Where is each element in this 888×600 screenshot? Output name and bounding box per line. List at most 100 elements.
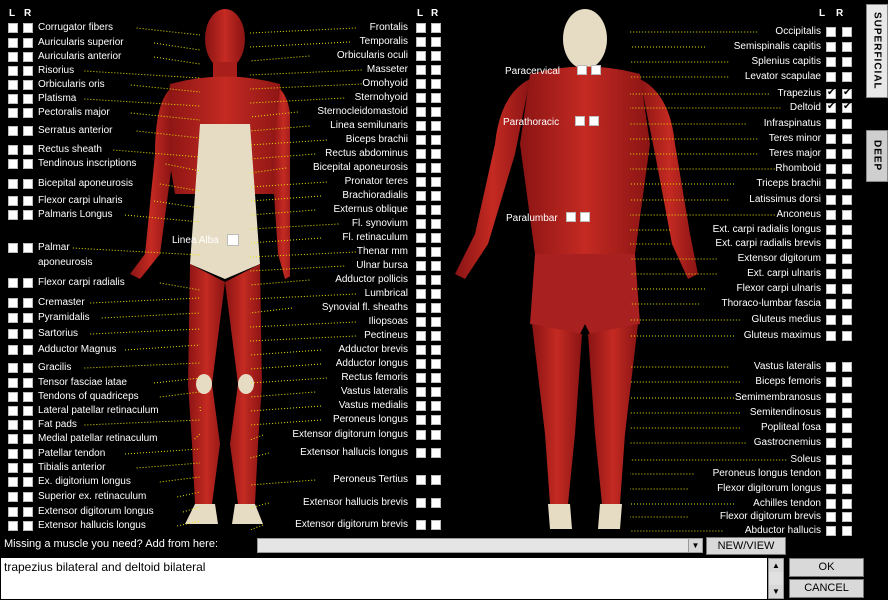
checkbox-L-back-ext-carpi-ulnaris[interactable] [826, 269, 836, 279]
checkbox-R-front-ulnar-bursa[interactable] [431, 261, 441, 271]
checkbox-L-adductor-magnus[interactable] [8, 345, 18, 355]
checkbox-L-back-soleus[interactable] [826, 455, 836, 465]
checkbox-L-tendons-of-quadriceps[interactable] [8, 392, 18, 402]
checkbox-R-sartorius[interactable] [23, 329, 33, 339]
checkbox-R-back-abductor-hallucis[interactable] [842, 526, 852, 536]
checkbox-L-rectus-sheath[interactable] [8, 145, 18, 155]
scroll-up-icon[interactable]: ▲ [769, 559, 783, 572]
checkbox-L-front-extensor-hallucis-brevis[interactable] [416, 498, 426, 508]
checkbox-R-front-externus-oblique[interactable] [431, 205, 441, 215]
checkbox-R-back-teres-minor[interactable] [842, 134, 852, 144]
checkbox-R-back-infraspinatus[interactable] [842, 119, 852, 129]
checkbox-L-serratus-anterior[interactable] [8, 126, 18, 136]
checkbox-R-back-rhomboid[interactable] [842, 164, 852, 174]
checkbox-L-gracilis[interactable] [8, 363, 18, 373]
checkbox-L-front-rectus-abdominus[interactable] [416, 149, 426, 159]
checkbox-L-back-triceps-brachii[interactable] [826, 179, 836, 189]
checkbox-R-back-flexor-digitorum-longus[interactable] [842, 484, 852, 494]
checkbox-L-paracervical[interactable] [576, 65, 587, 75]
checkbox-L-front-temporalis[interactable] [416, 37, 426, 47]
checkbox-L-back-peroneus-longus-tendon[interactable] [826, 469, 836, 479]
checkbox-R-parathoracic[interactable] [588, 116, 599, 126]
checkbox-R-flexor-carpi-radialis[interactable] [23, 278, 33, 288]
checkbox-R-back-flexor-carpi-ulnaris[interactable] [842, 284, 852, 294]
checkbox-R-back-splenius-capitis[interactable] [842, 57, 852, 67]
checkbox-R-pectoralis-major[interactable] [23, 108, 33, 118]
checkbox-L-back-semitendinosus[interactable] [826, 408, 836, 418]
checkbox-R-front-brachioradialis[interactable] [431, 191, 441, 201]
checkbox-L-platisma[interactable] [8, 94, 18, 104]
add-muscle-combobox[interactable]: ▼ [257, 538, 703, 553]
checkbox-L-corrugator-fibers[interactable] [8, 23, 18, 33]
checkbox-R-back-popliteal-fosa[interactable] [842, 423, 852, 433]
checkbox-R-tensor-fasciae-latae[interactable] [23, 378, 33, 388]
checkbox-L-tibialis-anterior[interactable] [8, 463, 18, 473]
checkbox-R-front-linea-semilunaris[interactable] [431, 121, 441, 131]
checkbox-R-back-vastus-lateralis[interactable] [842, 362, 852, 372]
checkbox-R-front-rectus-femoris[interactable] [431, 373, 441, 383]
checkbox-L-back-gastrocnemius[interactable] [826, 438, 836, 448]
checkbox-R-gracilis[interactable] [23, 363, 33, 373]
scroll-down-icon[interactable]: ▼ [769, 585, 783, 598]
checkbox-L-front-biceps-brachii[interactable] [416, 135, 426, 145]
checkbox-R-back-anconeus[interactable] [842, 210, 852, 220]
checkbox-R-auricularis-superior[interactable] [23, 38, 33, 48]
checkbox-L-front-fl-synovium[interactable] [416, 219, 426, 229]
checkbox-L-front-pronator-teres[interactable] [416, 177, 426, 187]
checkbox-R-palmar[interactable] [23, 243, 33, 253]
checkbox-R-back-gluteus-maximus[interactable] [842, 331, 852, 341]
checkbox-L-back-deltoid[interactable] [826, 101, 836, 113]
checkbox-R-lateral-patellar-retinaculum[interactable] [23, 406, 33, 416]
checkbox-L-front-linea-semilunaris[interactable] [416, 121, 426, 131]
checkbox-L-front-externus-oblique[interactable] [416, 205, 426, 215]
checkbox-R-back-triceps-brachii[interactable] [842, 179, 852, 189]
checkbox-L-front-vastus-lateralis[interactable] [416, 387, 426, 397]
checkbox-R-pyramidalis[interactable] [23, 313, 33, 323]
checkbox-L-fat-pads[interactable] [8, 420, 18, 430]
checkbox-R-back-semispinalis-capitis[interactable] [842, 42, 852, 52]
checkbox-L-lateral-patellar-retinaculum[interactable] [8, 406, 18, 416]
checkbox-L-back-occipitalis[interactable] [826, 27, 836, 37]
checkbox-R-ex-digitorium-longus[interactable] [23, 477, 33, 487]
checkbox-R-back-occipitalis[interactable] [842, 27, 852, 37]
checkbox-L-front-rectus-femoris[interactable] [416, 373, 426, 383]
checkbox-R-front-pronator-teres[interactable] [431, 177, 441, 187]
checkbox-L-back-trapezius[interactable] [826, 87, 836, 99]
checkbox-L-back-extensor-digitorum[interactable] [826, 254, 836, 264]
checkbox-R-front-synovial-fl-sheaths[interactable] [431, 303, 441, 313]
checkbox-R-back-trapezius[interactable] [842, 87, 852, 99]
checkbox-R-patellar-tendon[interactable] [23, 449, 33, 459]
checkbox-L-palmaris-longus[interactable] [8, 210, 18, 220]
checkbox-L-sartorius[interactable] [8, 329, 18, 339]
checkbox-L-back-achilles-tendon[interactable] [826, 499, 836, 509]
checkbox-L-front-extensor-digitorum-longus[interactable] [416, 430, 426, 440]
checkbox-L-back-thoraco-lumbar-fascia[interactable] [826, 299, 836, 309]
checkbox-R-front-extensor-hallucis-brevis[interactable] [431, 498, 441, 508]
checkbox-L-front-iliopsoas[interactable] [416, 317, 426, 327]
checkbox-L-back-flexor-carpi-ulnaris[interactable] [826, 284, 836, 294]
chevron-down-icon[interactable]: ▼ [688, 539, 702, 552]
checkbox-R-paracervical[interactable] [590, 65, 601, 75]
checkbox-L-front-masseter[interactable] [416, 65, 426, 75]
checkbox-L-ex-digitorium-longus[interactable] [8, 477, 18, 487]
checkbox-R-tendinous-inscriptions[interactable] [23, 159, 33, 169]
checkbox-L-back-latissimus-dorsi[interactable] [826, 195, 836, 205]
checkbox-L-risorius[interactable] [8, 66, 18, 76]
checkbox-R-back-ext-carpi-radialis-longus[interactable] [842, 225, 852, 235]
checkbox-R-back-deltoid[interactable] [842, 101, 852, 113]
checkbox-R-front-vastus-medialis[interactable] [431, 401, 441, 411]
checkbox-L-back-biceps-femoris[interactable] [826, 377, 836, 387]
checkbox-R-back-ext-carpi-radialis-brevis[interactable] [842, 239, 852, 249]
checkbox-R-cremaster[interactable] [23, 298, 33, 308]
checkbox-L-auricularis-superior[interactable] [8, 38, 18, 48]
checkbox-L-cremaster[interactable] [8, 298, 18, 308]
checkbox-L-back-vastus-lateralis[interactable] [826, 362, 836, 372]
checkbox-L-pyramidalis[interactable] [8, 313, 18, 323]
checkbox-L-paralumbar[interactable] [566, 212, 576, 222]
checkbox-L-front-extensor-hallucis-longus[interactable] [416, 448, 426, 458]
checkbox-R-serratus-anterior[interactable] [23, 126, 33, 136]
checkbox-R-superior-ex-retinaculum[interactable] [23, 492, 33, 502]
checkbox-L-front-adductor-brevis[interactable] [416, 345, 426, 355]
checkbox-L-palmar[interactable] [8, 243, 18, 253]
checkbox-L-front-frontalis[interactable] [416, 23, 426, 33]
